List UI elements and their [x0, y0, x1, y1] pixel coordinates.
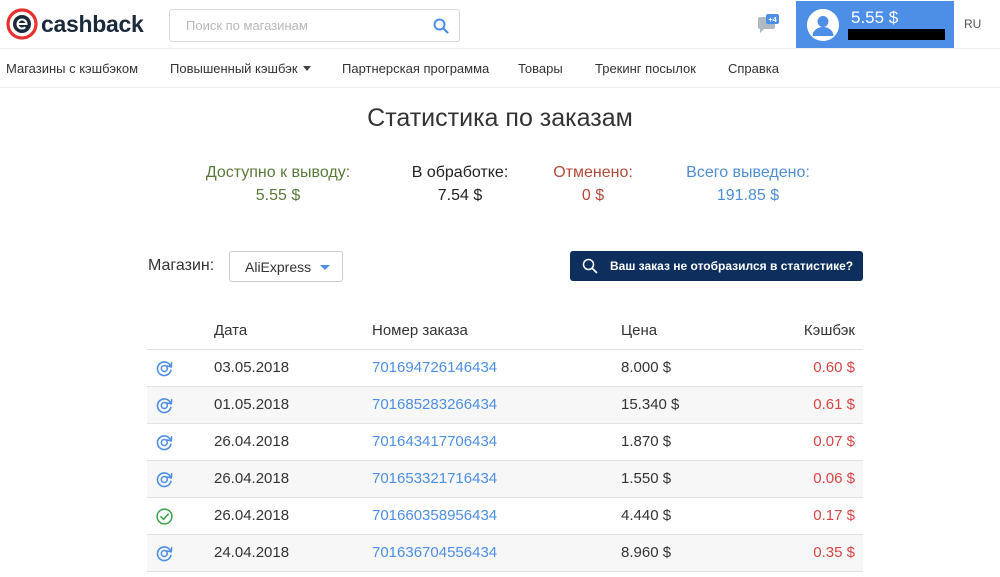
order-price: 8.960 $ — [621, 544, 672, 561]
redacted-username — [848, 29, 945, 40]
nav-item-label: Трекинг посылок — [595, 61, 696, 76]
nav-item-boosted-cashback[interactable]: Повышенный кэшбэк — [170, 61, 311, 76]
search-input[interactable] — [170, 10, 423, 41]
order-cashback: 0.60 $ — [813, 359, 855, 376]
col-date-header: Дата — [214, 322, 248, 339]
order-date: 26.04.2018 — [214, 470, 290, 487]
stat-available: Доступно к выводу: 5.55 $ — [178, 164, 378, 205]
order-cashback: 0.06 $ — [813, 470, 855, 487]
table-row: 26.04.2018 701643417706434 1.870 $ 0.07 $ — [147, 424, 863, 461]
header: cashback +4 5.55 $ RU — [0, 0, 1000, 48]
order-cashback: 0.07 $ — [813, 433, 855, 450]
table-row: 24.04.2018 701636704556434 8.960 $ 0.35 $ — [147, 535, 863, 572]
shop-select[interactable]: AliExpress — [229, 251, 343, 282]
shop-select-value: AliExpress — [245, 258, 312, 275]
table-row: 26.04.2018 701653321716434 1.550 $ 0.06 $ — [147, 461, 863, 498]
search-icon — [582, 258, 598, 274]
notifications-button[interactable]: +4 — [757, 14, 779, 34]
order-cashback: 0.17 $ — [813, 507, 855, 524]
order-number-link[interactable]: 701694726146434 — [372, 359, 497, 376]
chevron-down-icon — [302, 66, 311, 72]
stat-withdrawn: Всего выведено: 191.85 $ — [648, 164, 848, 205]
logo-e-icon — [6, 8, 38, 40]
nav-item-products[interactable]: Товары — [518, 61, 563, 76]
nav-item-label: Товары — [518, 61, 563, 76]
nav-item-label: Повышенный кэшбэк — [170, 61, 298, 76]
search-box[interactable] — [169, 9, 460, 42]
order-cashback: 0.35 $ — [813, 544, 855, 561]
logo[interactable]: cashback — [6, 8, 144, 40]
table-row: 01.05.2018 701685283266434 15.340 $ 0.61 $ — [147, 387, 863, 424]
order-number-link[interactable]: 701643417706434 — [372, 433, 497, 450]
language-switch[interactable]: RU — [964, 17, 981, 31]
nav-item-label: Справка — [728, 61, 779, 76]
order-price: 4.440 $ — [621, 507, 672, 524]
shop-filter-label: Магазин: — [148, 257, 215, 274]
avatar — [807, 9, 839, 41]
stat-label: Доступно к выводу: — [205, 164, 351, 181]
col-order-header: Номер заказа — [372, 322, 468, 339]
user-icon — [807, 9, 839, 41]
missing-order-label: Ваш заказ не отобразился в статистике? — [610, 259, 854, 273]
col-cashback-header: Кэшбэк — [803, 322, 855, 339]
stat-value: 5.55 $ — [255, 187, 301, 204]
refresh-icon — [156, 471, 173, 488]
chevron-down-icon — [320, 265, 330, 270]
orders-table: Дата Номер заказа Цена Кэшбэк 03.05.2018… — [147, 312, 863, 572]
main-nav: Магазины с кэшбэком Повышенный кэшбэк Па… — [0, 48, 1000, 88]
nav-item-partner-program[interactable]: Партнерская программа — [342, 61, 489, 76]
table-body: 03.05.2018 701694726146434 8.000 $ 0.60 $ 01… — [147, 350, 863, 572]
order-cashback: 0.61 $ — [813, 396, 855, 413]
order-number-link[interactable]: 701660358956434 — [372, 507, 497, 524]
stat-label: Всего выведено: — [686, 164, 810, 181]
check-circle-icon — [156, 508, 173, 525]
nav-item-label: Магазины с кэшбэком — [6, 61, 139, 76]
order-price: 8.000 $ — [621, 359, 672, 376]
refresh-icon — [156, 397, 173, 414]
order-number-link[interactable]: 701636704556434 — [372, 544, 497, 561]
order-date: 03.05.2018 — [214, 359, 290, 376]
page-title: Статистика по заказам — [367, 104, 633, 132]
logo-text: cashback — [41, 10, 144, 37]
nav-item-shops[interactable]: Магазины с кэшбэком — [6, 61, 138, 76]
order-price: 1.870 $ — [621, 433, 672, 450]
order-price: 1.550 $ — [621, 470, 672, 487]
search-icon[interactable] — [423, 10, 459, 41]
balance: 5.55 $ — [851, 8, 899, 27]
table-row: 03.05.2018 701694726146434 8.000 $ 0.60 $ — [147, 350, 863, 387]
order-date: 01.05.2018 — [214, 396, 290, 413]
order-price: 15.340 $ — [621, 396, 680, 413]
nav-item-help[interactable]: Справка — [728, 61, 779, 76]
nav-item-label: Партнерская программа — [342, 61, 490, 76]
refresh-icon — [156, 360, 173, 377]
table-header: Дата Номер заказа Цена Кэшбэк — [147, 312, 863, 350]
order-date: 26.04.2018 — [214, 433, 290, 450]
missing-order-button[interactable]: Ваш заказ не отобразился в статистике? — [570, 251, 863, 281]
table-row: 26.04.2018 701660358956434 4.440 $ 0.17 $ — [147, 498, 863, 535]
order-date: 24.04.2018 — [214, 544, 290, 561]
stat-value: 191.85 $ — [716, 187, 780, 204]
refresh-icon — [156, 434, 173, 451]
order-number-link[interactable]: 701685283266434 — [372, 396, 497, 413]
order-date: 26.04.2018 — [214, 507, 290, 524]
col-price-header: Цена — [621, 322, 658, 339]
order-number-link[interactable]: 701653321716434 — [372, 470, 497, 487]
account-panel[interactable]: 5.55 $ — [796, 1, 954, 48]
notifications-badge: +4 — [768, 15, 777, 24]
refresh-icon — [156, 545, 173, 562]
chat-bubble-icon: +4 — [758, 14, 779, 33]
nav-item-parcel-tracking[interactable]: Трекинг посылок — [595, 61, 696, 76]
